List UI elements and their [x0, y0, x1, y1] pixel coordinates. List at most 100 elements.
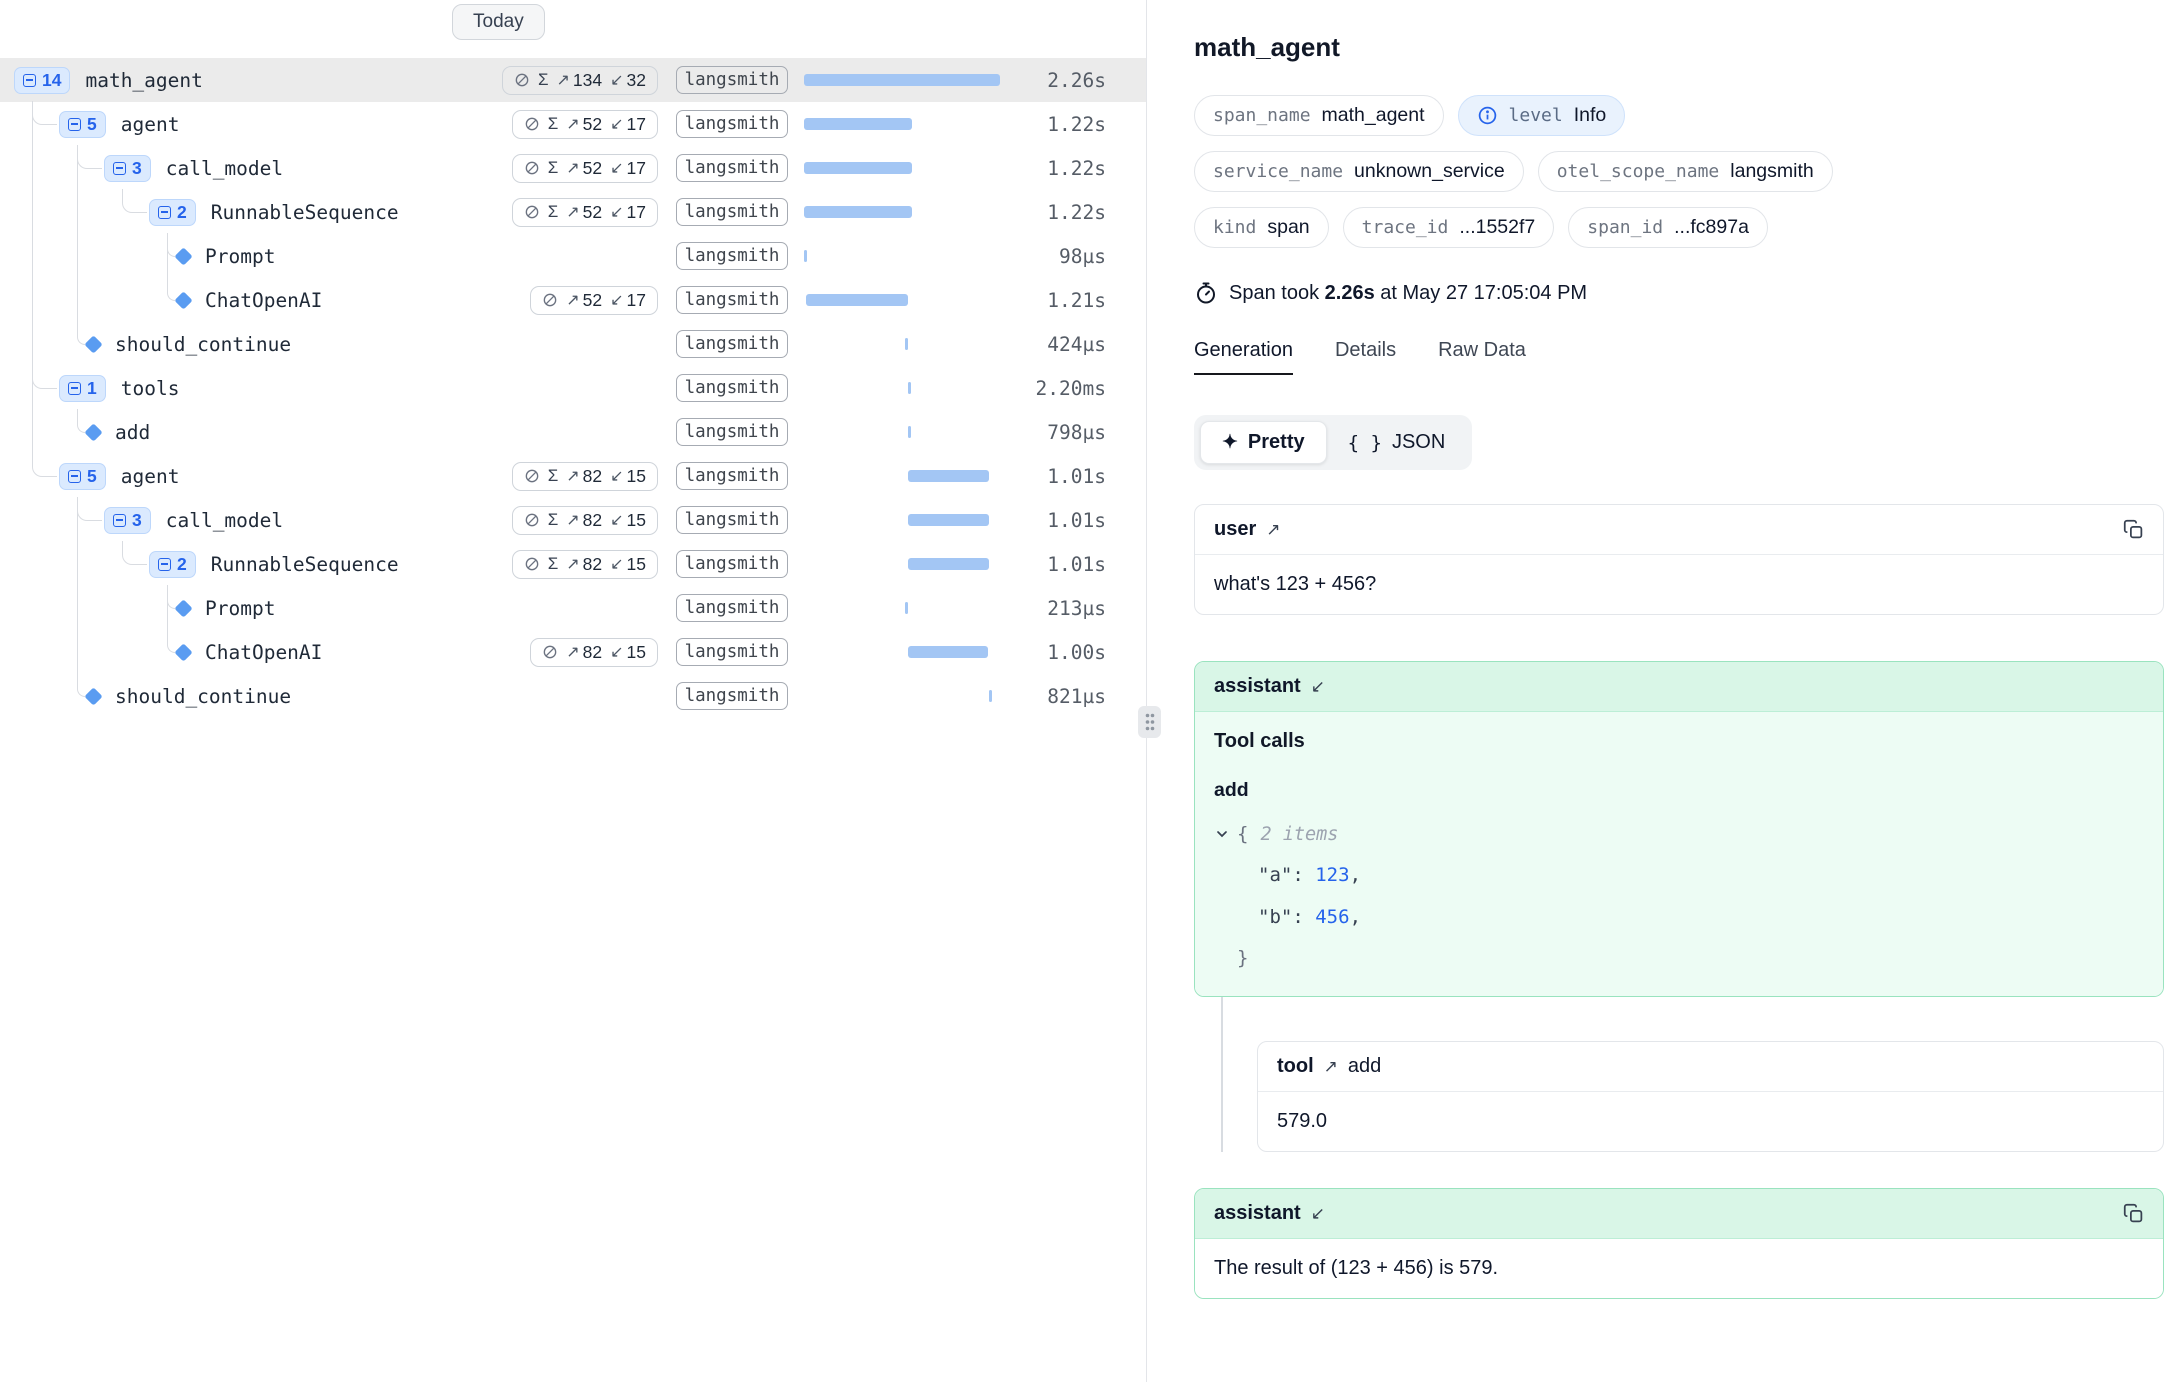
trace-row[interactable]: 5 agent Σ ↗82 ↙15 langsmith 1.01s [0, 454, 1146, 498]
timeline-track [804, 602, 1000, 614]
tokens-icon [524, 556, 540, 572]
tag-value: ...fc897a [1674, 216, 1749, 239]
inbound-arrow-icon: ↙ [1311, 677, 1325, 697]
output-tokens: ↙17 [610, 290, 646, 311]
user-message-card: user ↗ what's 123 + 456? [1194, 504, 2164, 615]
tool-message-card: tool ↗ add 579.0 [1257, 1041, 2164, 1152]
span-summary-text: Span took 2.26s at May 27 17:05:04 PM [1229, 282, 1587, 305]
trace-viewer: Today 14 math_agent Σ ↗134 ↙32 langsmith… [0, 0, 2172, 1382]
collapse-badge[interactable]: 3 [104, 507, 151, 534]
assistant-final-card: assistant ↙ The result of (123 + 456) is… [1194, 1188, 2164, 1299]
duration-label: 424µs [1006, 333, 1106, 356]
collapse-badge[interactable]: 5 [59, 111, 106, 138]
trace-row[interactable]: 5 agent Σ ↗52 ↙17 langsmith 1.22s [0, 102, 1146, 146]
duration-bar [804, 74, 1000, 86]
tag-value: langsmith [1730, 160, 1813, 183]
duration-label: 2.20ms [1006, 377, 1106, 400]
duration-label: 2.26s [1006, 69, 1106, 92]
duration-bar [908, 426, 911, 438]
duration-label: 1.01s [1006, 509, 1106, 532]
panel-resize-handle[interactable] [1138, 706, 1161, 738]
trace-row[interactable]: 14 math_agent Σ ↗134 ↙32 langsmith 2.26s [0, 58, 1146, 102]
date-filter-today[interactable]: Today [452, 4, 545, 40]
sum-icon: Σ [538, 70, 549, 90]
span-diamond-icon [174, 643, 192, 661]
trace-row-main: 2 RunnableSequence Σ ↗82 ↙15 [0, 550, 658, 579]
input-tokens: ↗82 [566, 642, 602, 663]
duration-bar [908, 470, 989, 482]
trace-row[interactable]: 3 call_model Σ ↗52 ↙17 langsmith 1.22s [0, 146, 1146, 190]
collapse-badge[interactable]: 5 [59, 463, 106, 490]
chevron-down-icon[interactable] [1214, 826, 1230, 842]
tokens-icon [524, 512, 540, 528]
vendor-badge: langsmith [676, 242, 788, 270]
child-count: 3 [132, 510, 142, 531]
duration-bar [804, 250, 807, 262]
collapse-badge[interactable]: 1 [59, 375, 106, 402]
trace-tree-panel: Today 14 math_agent Σ ↗134 ↙32 langsmith… [0, 0, 1147, 1382]
trace-row[interactable]: should_continue langsmith 424µs [0, 322, 1146, 366]
child-count: 5 [87, 466, 97, 487]
duration-label: 798µs [1006, 421, 1106, 444]
trace-row[interactable]: add langsmith 798µs [0, 410, 1146, 454]
trace-row[interactable]: Prompt langsmith 213µs [0, 586, 1146, 630]
collapse-badge[interactable]: 2 [149, 551, 196, 578]
tab-raw-data[interactable]: Raw Data [1438, 339, 1526, 375]
duration-label: 821µs [1006, 685, 1106, 708]
timeline-track [804, 250, 1000, 262]
span-name-label: ChatOpenAI [205, 289, 322, 312]
close-brace: } [1214, 938, 2144, 978]
input-arrow-icon: ↗ [566, 510, 579, 530]
sum-icon: Σ [548, 466, 559, 486]
input-arrow-icon: ↗ [566, 114, 579, 134]
assistant-final-header: assistant ↙ [1195, 1189, 2163, 1239]
output-arrow-icon: ↙ [610, 642, 623, 662]
output-arrow-icon: ↙ [610, 202, 623, 222]
trace-row-main: 1 tools [0, 375, 658, 402]
output-tokens: ↙32 [610, 70, 646, 91]
duration-bar [908, 558, 989, 570]
trace-row[interactable]: 1 tools langsmith 2.20ms [0, 366, 1146, 410]
copy-button[interactable] [2123, 519, 2144, 540]
tag-span_id: span_id...fc897a [1568, 207, 1768, 248]
timeline-track [804, 162, 1000, 174]
timeline-track [804, 338, 1000, 350]
tab-generation[interactable]: Generation [1194, 339, 1293, 375]
trace-row[interactable]: 3 call_model Σ ↗82 ↙15 langsmith 1.01s [0, 498, 1146, 542]
trace-row[interactable]: Prompt langsmith 98µs [0, 234, 1146, 278]
user-message-header: user ↗ [1195, 505, 2163, 555]
collapse-badge[interactable]: 2 [149, 199, 196, 226]
child-count: 2 [177, 202, 187, 223]
trace-row[interactable]: ChatOpenAI ↗82 ↙15 langsmith 1.00s [0, 630, 1146, 674]
collapse-badge[interactable]: 3 [104, 155, 151, 182]
collapse-minus-icon [113, 162, 126, 175]
duration-bar [989, 690, 992, 702]
vendor-badge: langsmith [676, 682, 788, 710]
json-toggle[interactable]: { }JSON [1327, 422, 1467, 463]
input-arrow-icon: ↗ [557, 70, 570, 90]
trace-row[interactable]: ChatOpenAI ↗52 ↙17 langsmith 1.21s [0, 278, 1146, 322]
copy-button[interactable] [2123, 1203, 2144, 1224]
tag-key: span_name [1213, 105, 1311, 126]
tag-trace_id: trace_id...1552f7 [1343, 207, 1555, 248]
vendor-badge: langsmith [676, 550, 788, 578]
pretty-toggle[interactable]: ✦Pretty [1200, 421, 1327, 464]
span-name-label: ChatOpenAI [205, 641, 322, 664]
role-label: assistant [1214, 1202, 1301, 1225]
tool-message-body: 579.0 [1258, 1092, 2163, 1151]
trace-row-main: 5 agent Σ ↗52 ↙17 [0, 110, 658, 139]
trace-row[interactable]: should_continue langsmith 821µs [0, 674, 1146, 718]
output-arrow-icon: ↙ [610, 290, 623, 310]
trace-row[interactable]: 2 RunnableSequence Σ ↗52 ↙17 langsmith 1… [0, 190, 1146, 234]
vendor-badge: langsmith [676, 286, 788, 314]
inbound-arrow-icon: ↙ [1311, 1204, 1325, 1224]
assistant-message-header: assistant ↙ [1195, 662, 2163, 712]
duration-label: 213µs [1006, 597, 1106, 620]
duration-bar [905, 602, 908, 614]
trace-row[interactable]: 2 RunnableSequence Σ ↗82 ↙15 langsmith 1… [0, 542, 1146, 586]
timeline-track [804, 558, 1000, 570]
output-tokens: ↙15 [610, 466, 646, 487]
input-arrow-icon: ↗ [566, 642, 579, 662]
collapse-badge[interactable]: 14 [14, 67, 70, 94]
tab-details[interactable]: Details [1335, 339, 1396, 375]
